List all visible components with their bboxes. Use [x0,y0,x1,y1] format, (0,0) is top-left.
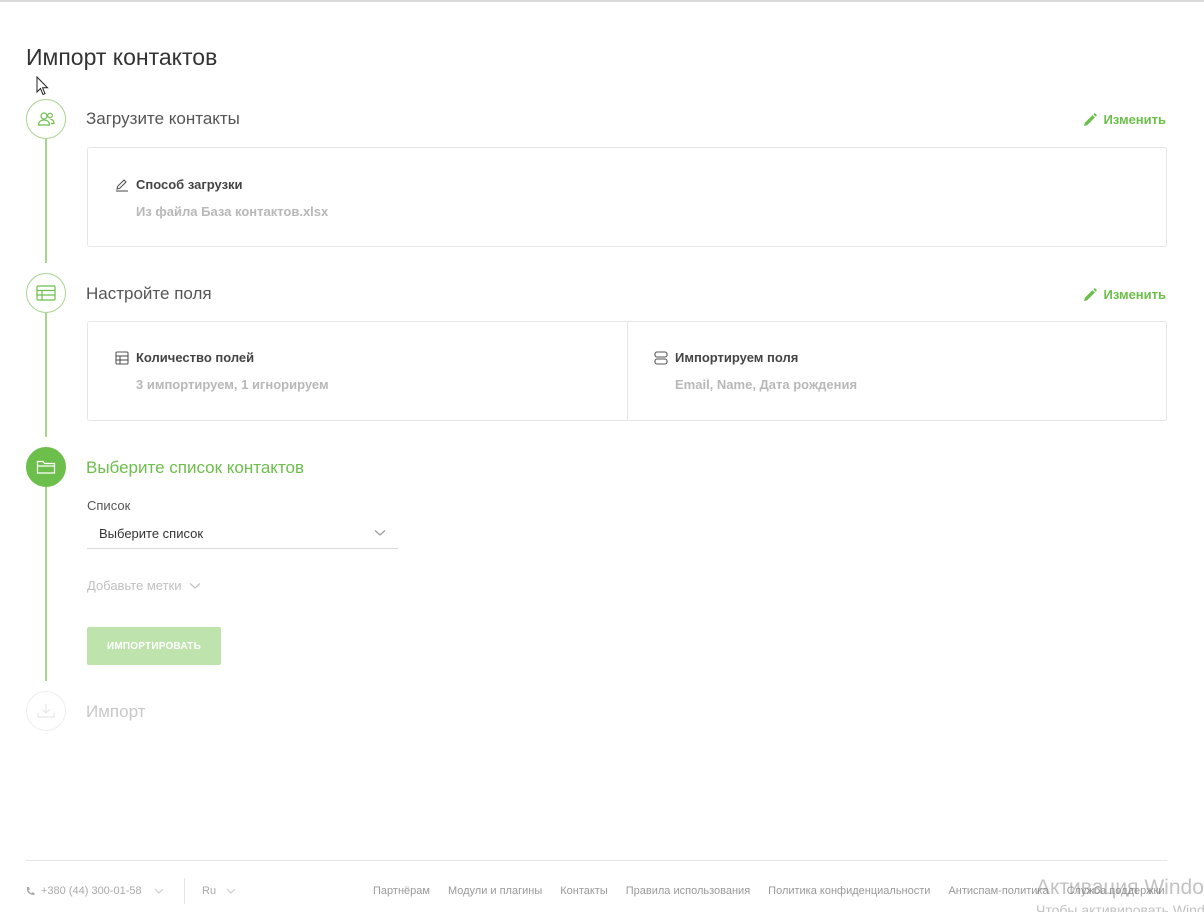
footer-link-terms[interactable]: Правила использования [626,885,750,897]
chevron-down-icon [154,888,163,894]
timeline-connector [45,313,47,437]
footer-phone[interactable]: +380 (44) 300-01-58 [26,885,164,897]
upload-method-label: Способ загрузки [115,177,243,192]
add-tags-label: Добавьте метки [87,578,182,593]
chevron-down-icon [189,582,200,589]
footer-link-contacts[interactable]: Контакты [560,885,608,897]
step-1-title: Загрузите контакты [86,109,240,128]
fields-count-label: Количество полей [115,350,254,365]
edit-fields-link[interactable]: Изменить [1083,287,1166,302]
fields-count-value: 3 импортируем, 1 игнорируем [136,377,329,392]
chevron-down-icon [374,530,386,536]
edit-link-label: Изменить [1103,112,1166,127]
imported-fields-value: Email, Name, Дата рождения [675,377,858,392]
upload-summary-card: Способ загрузки Из файла База контактов.… [87,147,1167,247]
pencil-icon [1084,112,1098,126]
imported-fields-label: Импортируем поля [654,350,798,365]
footer-phone-number: +380 (44) 300-01-58 [41,885,142,897]
users-icon [37,112,55,126]
timeline-connector [45,139,47,263]
footer-divider [26,860,1167,861]
list-label: Список [87,498,131,513]
contact-list-select-value: Выберите список [99,525,204,541]
footer-link-antispam[interactable]: Антиспам-политика [948,885,1048,897]
edit-link-label: Изменить [1103,287,1166,302]
upload-method-label-text: Способ загрузки [136,177,243,192]
timeline-connector [45,487,47,681]
card-divider [627,322,628,420]
fields-summary-card: Количество полей 3 импортируем, 1 игнори… [87,321,1167,421]
footer-link-partners[interactable]: Партнёрам [373,885,430,897]
footer-link-modules[interactable]: Модули и плагины [448,885,542,897]
step-2-title: Настройте поля [86,284,212,303]
import-button[interactable]: ИМПОРТИРОВАТЬ [87,627,221,665]
step-1-circle [26,99,66,139]
windows-activation-watermark: Активация Windows [1036,876,1204,899]
download-icon [37,704,55,718]
step-2-circle [26,273,66,313]
contact-list-select[interactable]: Выберите список [87,518,398,549]
fields-stack-icon [654,350,668,365]
mouse-cursor-icon [36,76,49,96]
add-tags-toggle[interactable]: Добавьте метки [87,578,201,593]
language-selector[interactable]: Ru [202,885,236,897]
language-value: Ru [202,885,217,897]
step-4-circle [26,691,66,731]
imported-fields-label-text: Импортируем поля [675,350,799,365]
step-4-title: Импорт [86,702,146,721]
grid-icon [115,350,129,365]
step-3-title: Выберите список контактов [86,458,305,477]
pencil-icon [1084,287,1098,301]
footer-link-privacy[interactable]: Политика конфиденциальности [768,885,930,897]
page-title: Импорт контактов [26,44,218,70]
table-icon [36,285,56,301]
folder-icon [36,460,56,474]
pencil-outline-icon [116,178,128,192]
step-3-circle [26,447,66,487]
windows-activation-hint: Чтобы активировать Windows [1036,902,1204,912]
edit-upload-link[interactable]: Изменить [1083,112,1166,127]
footer-separator [184,878,185,904]
top-border [0,0,1204,2]
upload-method-value: Из файла База контактов.xlsx [136,204,329,219]
chevron-down-icon [226,888,236,894]
phone-icon [26,887,35,896]
fields-count-label-text: Количество полей [136,350,255,365]
